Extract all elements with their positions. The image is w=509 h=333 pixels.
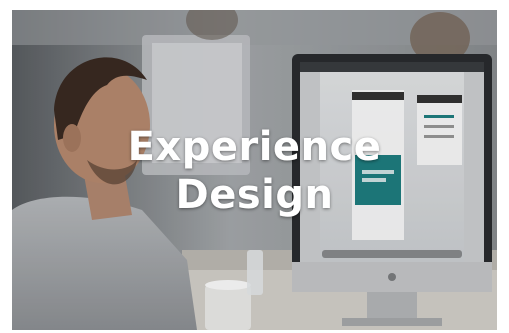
hero-title: Experience Design (12, 123, 497, 219)
hero-title-line-1: Experience (127, 124, 382, 170)
hero-title-line-2: Design (175, 172, 334, 218)
hero-card: Experience Design (12, 10, 497, 330)
